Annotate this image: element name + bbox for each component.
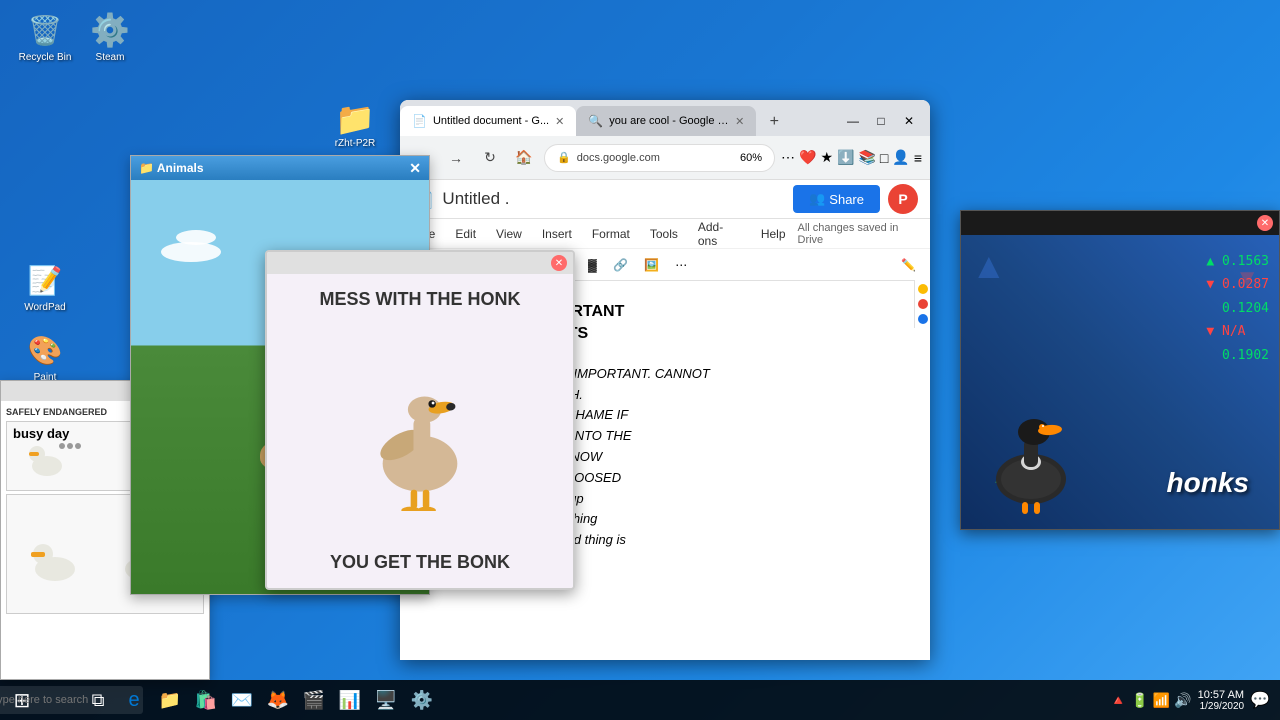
toolbar-more[interactable]: ⋯ (669, 256, 693, 274)
menu-addons[interactable]: Add-ons (690, 218, 749, 250)
system-tray-icons: 🔺 🔋 📶 🔊 (1110, 692, 1192, 709)
taskbar-task-view[interactable]: ⧉ (80, 682, 116, 718)
menu-format[interactable]: Format (584, 225, 638, 243)
honks-content: ▲ ▼ ▲ (961, 235, 1279, 529)
taskbar-store[interactable]: 🛍️ (188, 682, 224, 718)
volume-icon[interactable]: 🔊 (1174, 692, 1191, 709)
notification-center[interactable]: 💬 (1250, 690, 1270, 710)
honks-titlebar: ✕ (961, 211, 1279, 235)
window-controls: — □ ✕ (832, 110, 930, 136)
goose-text-bottom: YOU GET THE BONK (330, 552, 510, 573)
goose-popup-close[interactable]: ✕ (551, 255, 567, 271)
stock-numbers: ▲ 0.1563 ▼ 0.0287 0.1204 ▼ N/A 0.1902 (1206, 250, 1269, 367)
docs-menubar: File Edit View Insert Format Tools Add-o… (400, 219, 930, 249)
tab-docs[interactable]: 📄 Untitled document - G... ✕ (400, 106, 576, 136)
taskbar-firefox[interactable]: 🦊 (260, 682, 296, 718)
menu-insert[interactable]: Insert (534, 225, 580, 243)
honks-label: honks (1167, 467, 1249, 499)
recycle-bin-icon[interactable]: 🗑️ Recycle Bin (10, 10, 80, 63)
share-button[interactable]: 👥 Share (793, 185, 880, 213)
folder-rzht-p2r[interactable]: 📁 rZht-P2R (320, 100, 390, 149)
toolbar-link[interactable]: 🔗 (607, 256, 634, 274)
goose-meme-content: MESS WITH THE HONK (267, 274, 573, 588)
taskbar: ⊞ ⧉ e 📁 🛍️ ✉️ 🦊 🎬 📊 🖥️ ⚙️ 🔺 🔋 📶 🔊 10:57 … (0, 680, 1280, 720)
goose-popup-titlebar: ✕ (267, 252, 573, 274)
wordpad-icon[interactable]: 📝 WordPad (10, 260, 80, 313)
sidebar-dot-yellow[interactable] (918, 284, 928, 294)
toolbar-image[interactable]: 🖼️ (638, 256, 665, 274)
sidebar-dot-red[interactable] (918, 299, 928, 309)
ext-icon-6[interactable]: □ (880, 150, 888, 166)
tab-search[interactable]: 🔍 you are cool - Google S... ✕ (576, 106, 756, 136)
taskbar-davinci[interactable]: 🎬 (296, 682, 332, 718)
paint-icon[interactable]: 🎨 Paint (10, 330, 80, 383)
folder-close-button[interactable]: ✕ (409, 160, 421, 177)
steam-icon[interactable]: ⚙️ Steam (75, 10, 145, 63)
tab-search-close[interactable]: ✕ (735, 115, 744, 128)
tab-docs-close[interactable]: ✕ (555, 115, 564, 128)
home-button[interactable]: 🏠 (510, 144, 538, 172)
ext-icon-3[interactable]: ★ (820, 149, 833, 166)
taskbar-search-area[interactable] (44, 682, 80, 718)
ext-icon-2[interactable]: ❤️ (799, 149, 816, 166)
sidebar-dot-blue[interactable] (918, 314, 928, 324)
desktop: 🗑️ Recycle Bin ⚙️ Steam 📁 rZht-P2R 🖼️ SM… (0, 0, 1280, 720)
tray-icon-1[interactable]: 🔺 (1110, 692, 1127, 709)
goose-text-top: MESS WITH THE HONK (320, 289, 521, 310)
folder-titlebar: 📁 Animals ✕ (131, 156, 429, 180)
ext-icon-7[interactable]: 👤 (892, 149, 909, 166)
autosave-status: All changes saved in Drive (798, 222, 923, 246)
honks-close-button[interactable]: ✕ (1257, 215, 1273, 231)
goose-meme-popup: ✕ MESS WITH THE HONK (265, 250, 575, 590)
ext-icon-5[interactable]: 📚 (858, 149, 875, 166)
taskbar-mail[interactable]: ✉️ (224, 682, 260, 718)
taskbar-excel[interactable]: 📊 (332, 682, 368, 718)
toolbar-pencil[interactable]: ✏️ (895, 256, 922, 274)
menu-edit[interactable]: Edit (447, 225, 484, 243)
wifi-icon[interactable]: 📶 (1153, 692, 1170, 709)
taskbar-explorer[interactable]: 📁 (152, 682, 188, 718)
menu-view[interactable]: View (488, 225, 530, 243)
address-bar-area: ← → ↻ 🏠 🔒 docs.google.com 60% ⋯ ❤️ ★ ⬇️ … (400, 136, 930, 180)
taskbar-right-area: 🔺 🔋 📶 🔊 10:57 AM 1/29/2020 💬 (1110, 689, 1280, 712)
ext-icon-8[interactable]: ≡ (914, 150, 922, 166)
maximize-button[interactable]: □ (868, 110, 894, 132)
ext-icon-4[interactable]: ⬇️ (837, 149, 854, 166)
goose-image-area (350, 318, 490, 544)
address-bar[interactable]: 🔒 docs.google.com 60% (544, 144, 775, 172)
menu-help[interactable]: Help (753, 225, 794, 243)
clock-area[interactable]: 10:57 AM 1/29/2020 (1198, 689, 1244, 712)
taskbar-remote[interactable]: 🖥️ (368, 682, 404, 718)
user-avatar[interactable]: P (888, 184, 918, 214)
menu-tools[interactable]: Tools (642, 225, 686, 243)
taskbar-settings-app[interactable]: ⚙️ (404, 682, 440, 718)
battery-icon[interactable]: 🔋 (1131, 692, 1148, 709)
refresh-button[interactable]: ↻ (476, 144, 504, 172)
taskbar-edge[interactable]: e (116, 682, 152, 718)
forward-button[interactable]: → (442, 144, 470, 172)
honks-window: ✕ ▲ ▼ ▲ (960, 210, 1280, 530)
docs-title: Untitled . (442, 189, 509, 209)
docs-header: 📄 Untitled . 👥 Share P (400, 180, 930, 219)
new-tab-button[interactable]: + (760, 108, 788, 136)
close-button[interactable]: ✕ (896, 110, 922, 132)
ext-icon-1[interactable]: ⋯ (781, 149, 795, 166)
browser-titlebar: 📄 Untitled document - G... ✕ 🔍 you are c… (400, 100, 930, 136)
toolbar-highlight[interactable]: ▓ (581, 256, 603, 274)
extension-icons: ⋯ ❤️ ★ ⬇️ 📚 □ 👤 ≡ (781, 149, 922, 166)
minimize-button[interactable]: — (840, 110, 866, 132)
